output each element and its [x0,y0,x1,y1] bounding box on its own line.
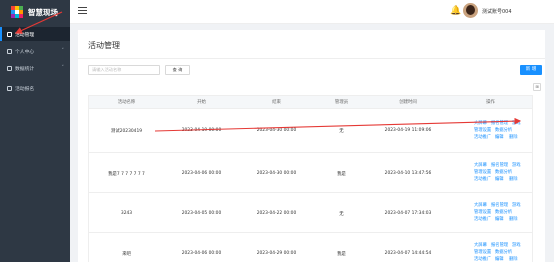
activity-name: 3243 [120,211,133,216]
avatar[interactable] [463,3,478,18]
admin-settings-link[interactable]: 管理设置 [474,169,491,175]
column-header: 操作 [486,100,495,105]
admin: 我是 [337,172,346,177]
column-header: 活动名称 [117,100,136,105]
promotion-link[interactable]: 活动推广 [474,256,491,262]
logo-icon [11,6,23,18]
registration-link[interactable]: 报名管理 [491,242,508,248]
document-icon [7,31,12,37]
registration-link[interactable]: 报名管理 [491,120,508,126]
content-card: 活动管理 请输入活动名称 查 询 新 增 ⊞ 活动名称 开始 结束 管理员 创建… [78,30,545,262]
data-analysis-link[interactable]: 数据分析 [495,169,512,175]
edit-link[interactable]: 编辑 [495,176,504,182]
promotion-link[interactable]: 活动推广 [474,176,491,182]
big-screen-link[interactable]: 大屏幕 [474,202,487,208]
divider [78,58,545,59]
admin: 我是 [337,252,346,257]
sidebar-item-label: 活动报名 [15,86,35,92]
game-link[interactable]: 游戏 [512,120,521,126]
column-header: 结束 [272,100,281,105]
menu-toggle-icon[interactable] [78,7,87,15]
activity-name: 来吧 [122,252,131,257]
big-screen-link[interactable]: 大屏幕 [474,242,487,248]
delete-link[interactable]: 删除 [509,256,518,262]
user-name[interactable]: 测试账号004 [482,8,512,15]
activity-name: 我是7 7 7 7 7 7 7 [108,172,145,177]
start-time: 2023-04-06 00:00 [181,251,222,256]
game-link[interactable]: 游戏 [512,162,521,168]
activity-name: 测试20230419 [110,129,143,134]
list-icon [7,85,12,91]
chart-icon [7,65,12,71]
start-time: 2023-04-05 00:00 [181,211,222,216]
sidebar-item-registration[interactable]: 活动报名 [0,81,70,95]
column-settings-icon[interactable]: ⊞ [533,83,541,91]
bell-icon[interactable]: 🔔 [450,6,461,16]
delete-link[interactable]: 删除 [509,176,518,182]
admin: 无 [339,212,344,217]
sidebar-item-label: 个人中心 [15,49,35,55]
user-icon [7,48,12,54]
end-time: 2023-04-30 00:00 [256,171,297,176]
edit-link[interactable]: 编辑 [495,256,504,262]
sidebar-item-statistics[interactable]: 数据统计 ˅ [0,61,70,75]
edit-link[interactable]: 编辑 [495,216,504,222]
edit-link[interactable]: 编辑 [495,134,504,140]
table-row: 3243 2023-04-05 00:00 2023-04-22 00:00 无… [88,193,533,233]
top-header: 🔔 测试账号004 [70,0,554,24]
app-window: 智慧现场 活动管理 个人中心 ˅ 数据统计 ˅ 活动报名 🔔 测试账号004 活 [0,0,554,262]
table-row: 我是7 7 7 7 7 7 7 2023-04-06 00:00 2023-04… [88,153,533,193]
game-link[interactable]: 游戏 [512,242,521,248]
game-link[interactable]: 游戏 [512,202,521,208]
data-analysis-link[interactable]: 数据分析 [495,127,512,133]
main-content: 活动管理 请输入活动名称 查 询 新 增 ⊞ 活动名称 开始 结束 管理员 创建… [70,24,554,262]
add-button[interactable]: 新 增 [520,65,542,75]
admin-settings-link[interactable]: 管理设置 [474,127,491,133]
sidebar-item-personal-center[interactable]: 个人中心 ˅ [0,44,70,58]
sidebar: 智慧现场 活动管理 个人中心 ˅ 数据统计 ˅ 活动报名 [0,0,70,262]
registration-link[interactable]: 报名管理 [491,202,508,208]
start-time: 2023-04-19 00:00 [181,128,222,133]
brand[interactable]: 智慧现场 [0,0,70,24]
registration-link[interactable]: 报名管理 [491,162,508,168]
chevron-down-icon: ˅ [61,65,65,71]
admin-settings-link[interactable]: 管理设置 [474,209,491,215]
big-screen-link[interactable]: 大屏幕 [474,120,487,126]
promotion-link[interactable]: 活动推广 [474,134,491,140]
end-time: 2023-04-22 00:00 [256,211,297,216]
search-input[interactable]: 请输入活动名称 [88,65,160,75]
data-analysis-link[interactable]: 数据分析 [495,249,512,255]
delete-link[interactable]: 删除 [509,216,518,222]
created-time: 2023-04-10 13:47:56 [384,171,432,176]
promotion-link[interactable]: 活动推广 [474,216,491,222]
end-time: 2023-04-30 00:00 [256,128,297,133]
column-header: 创建时间 [399,100,417,105]
sidebar-item-label: 活动管理 [15,32,35,38]
big-screen-link[interactable]: 大屏幕 [474,162,487,168]
column-header: 管理员 [334,100,349,105]
created-time: 2023-04-07 17:34:03 [384,211,432,216]
sidebar-item-label: 数据统计 [15,66,35,72]
created-time: 2023-04-19 11:09:06 [384,128,432,133]
table-row: 来吧 2023-04-06 00:00 2023-04-29 00:00 我是 … [88,233,533,262]
sidebar-item-activity-management[interactable]: 活动管理 [0,27,70,41]
table-header: 活动名称 开始 结束 管理员 创建时间 操作 [88,95,533,109]
admin-settings-link[interactable]: 管理设置 [474,249,491,255]
delete-link[interactable]: 删除 [509,134,518,140]
created-time: 2023-04-07 14:44:54 [384,251,432,256]
table-row: 测试20230419 2023-04-19 00:00 2023-04-30 0… [88,109,533,153]
search-button[interactable]: 查 询 [165,65,190,75]
data-analysis-link[interactable]: 数据分析 [495,209,512,215]
page-title: 活动管理 [88,41,120,50]
brand-name: 智慧现场 [28,7,58,17]
column-header: 开始 [197,100,206,105]
admin: 无 [339,129,344,134]
start-time: 2023-04-06 00:00 [181,171,222,176]
chevron-down-icon: ˅ [61,48,65,54]
end-time: 2023-04-29 00:00 [256,251,297,256]
